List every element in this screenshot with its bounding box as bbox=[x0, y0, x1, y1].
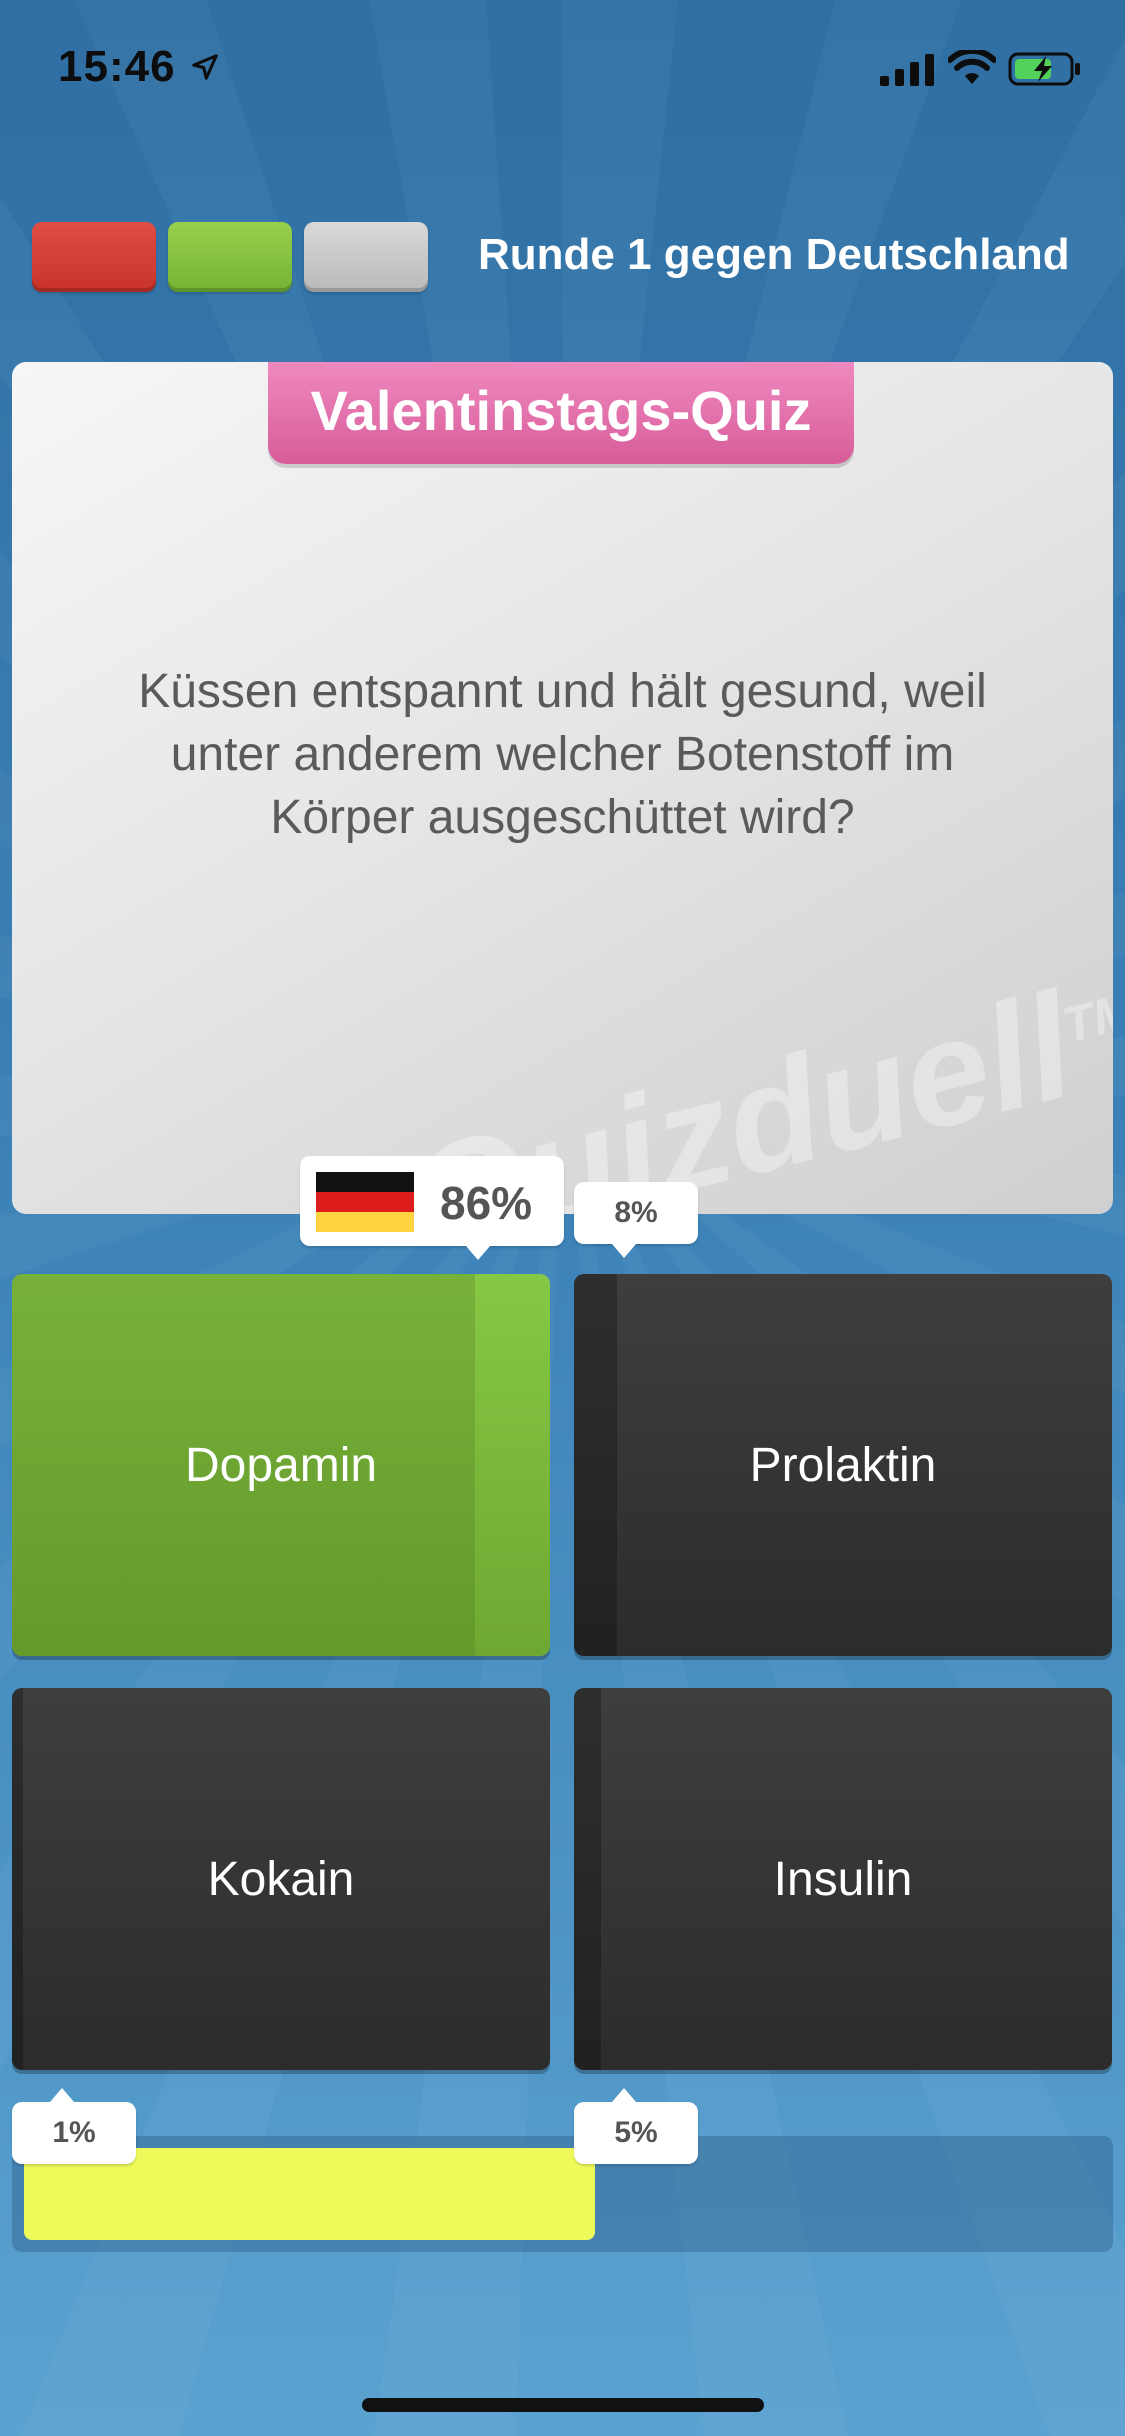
category-banner: Valentinstags-Quiz bbox=[268, 362, 854, 464]
percent-badge-insulin: 5% bbox=[574, 2088, 698, 2164]
round-title: Runde 1 gegen Deutschland bbox=[478, 230, 1070, 279]
answer-label: Dopamin bbox=[184, 1438, 378, 1492]
question-text: Küssen entspannt und hält gesund, weil u… bbox=[138, 665, 987, 844]
percent-value: 8% bbox=[614, 1196, 658, 1229]
wifi-icon bbox=[948, 50, 996, 84]
answer-button-insulin[interactable]: Insulin bbox=[574, 1688, 1112, 2070]
answer-button-dopamin[interactable]: Dopamin bbox=[12, 1274, 550, 1656]
answer-label: Insulin bbox=[773, 1852, 913, 1906]
cellular-signal-icon bbox=[880, 54, 934, 86]
location-arrow-icon bbox=[192, 54, 218, 80]
percent-badge-kokain: 1% bbox=[12, 2088, 136, 2164]
answer-share-fill bbox=[574, 1688, 601, 2070]
status-time: 15:46 bbox=[58, 42, 176, 91]
germany-flag-icon bbox=[316, 1172, 414, 1232]
round-result-pending bbox=[304, 222, 428, 292]
percent-badge-dopamin: 86% bbox=[300, 1156, 564, 1260]
round-result-wrong bbox=[32, 222, 156, 292]
answer-label: Kokain bbox=[207, 1852, 355, 1906]
answer-button-kokain[interactable]: Kokain bbox=[12, 1688, 550, 2070]
percent-value: 5% bbox=[614, 2116, 658, 2149]
battery-charging-icon bbox=[1008, 52, 1080, 86]
answer-label: Prolaktin bbox=[749, 1438, 937, 1492]
answer-share-fill bbox=[574, 1274, 618, 1656]
answer-share-fill bbox=[12, 1688, 23, 2070]
answer-button-prolaktin[interactable]: Prolaktin bbox=[574, 1274, 1112, 1656]
status-bar: 15:46 bbox=[0, 0, 1125, 140]
percent-value: 1% bbox=[52, 2116, 96, 2149]
percent-badge-prolaktin: 8% bbox=[574, 1182, 698, 1258]
round-result-correct bbox=[168, 222, 292, 292]
percent-value: 86% bbox=[440, 1177, 533, 1229]
home-indicator bbox=[362, 2398, 764, 2412]
